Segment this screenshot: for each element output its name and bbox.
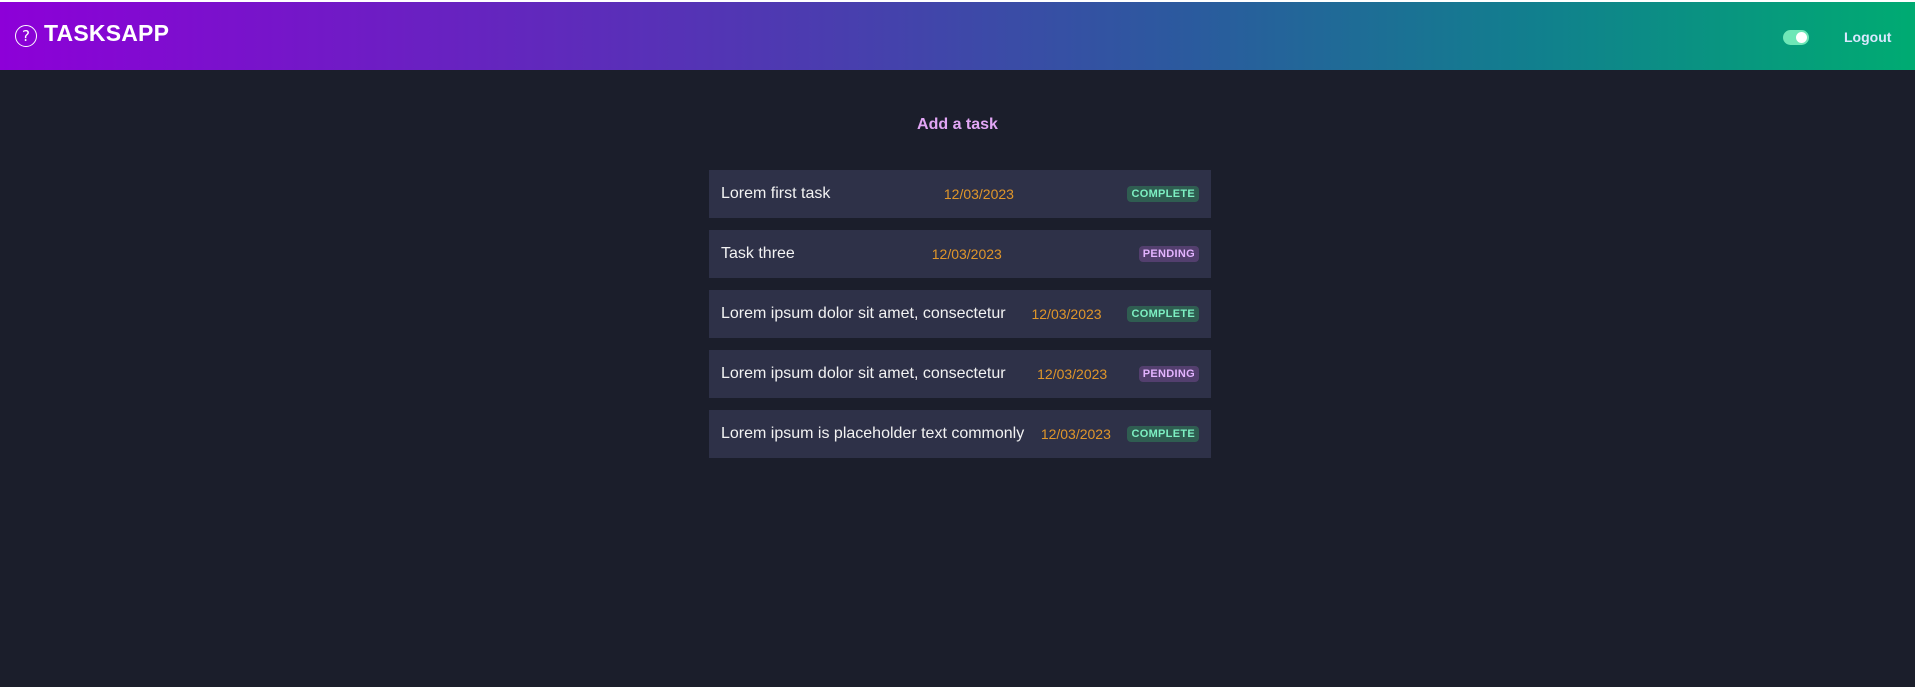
status-badge: COMPLETE [1127,426,1199,442]
task-item[interactable]: Task three 12/03/2023 PENDING [709,230,1211,278]
task-item[interactable]: Lorem ipsum dolor sit amet, consectetur … [709,350,1211,398]
status-badge: PENDING [1138,246,1199,262]
question-circle-icon[interactable]: ? [15,25,37,47]
theme-toggle[interactable] [1783,30,1809,45]
task-title: Lorem first task [721,185,831,202]
task-item[interactable]: Lorem ipsum dolor sit amet, consectetur … [709,290,1211,338]
add-task-container: Add a task [0,116,1915,134]
task-date: 12/03/2023 [1040,426,1111,442]
status-badge: PENDING [1138,366,1199,382]
app-title: TASKSAPP [44,20,170,46]
task-title: Lorem ipsum dolor sit amet, consectetur [721,305,1006,322]
task-title: Task three [721,245,795,262]
logout-button[interactable]: Logout [1844,29,1891,45]
status-badge: COMPLETE [1127,186,1199,202]
toggle-knob [1796,32,1807,43]
task-date: 12/03/2023 [943,186,1014,202]
task-title: Lorem ipsum is placeholder text commonly [721,425,1025,442]
add-task-button[interactable]: Add a task [917,116,998,133]
task-date: 12/03/2023 [1031,306,1102,322]
task-date: 12/03/2023 [931,246,1002,262]
task-item[interactable]: Lorem ipsum is placeholder text commonly… [709,410,1211,458]
task-list: Lorem first task 12/03/2023 COMPLETE Tas… [709,170,1211,470]
top-navbar: ? TASKSAPP Logout [0,0,1915,70]
status-badge: COMPLETE [1127,306,1199,322]
task-item[interactable]: Lorem first task 12/03/2023 COMPLETE [709,170,1211,218]
task-title: Lorem ipsum dolor sit amet, consectetur [721,365,1006,382]
brand[interactable]: ? TASKSAPP [15,20,169,47]
task-date: 12/03/2023 [1037,366,1108,382]
